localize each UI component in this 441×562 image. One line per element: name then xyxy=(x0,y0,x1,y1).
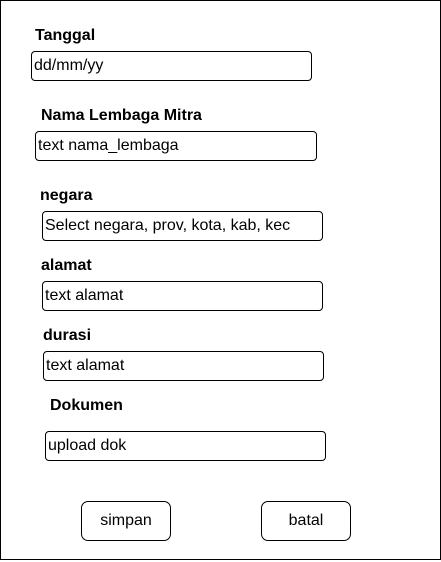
nama-lembaga-input[interactable]: text nama_lembaga xyxy=(35,131,317,161)
dokumen-upload[interactable]: upload dok xyxy=(45,431,326,461)
tanggal-label: Tanggal xyxy=(35,27,96,44)
alamat-input[interactable]: text alamat xyxy=(42,281,323,311)
dokumen-label: Dokumen xyxy=(50,397,123,414)
save-button[interactable]: simpan xyxy=(81,501,171,541)
negara-select[interactable]: Select negara, prov, kota, kab, kec xyxy=(42,211,323,241)
durasi-input[interactable]: text alamat xyxy=(43,351,324,381)
durasi-label: durasi xyxy=(43,327,92,344)
cancel-button[interactable]: batal xyxy=(261,501,351,541)
form-panel: Tanggal dd/mm/yy Nama Lembaga Mitra text… xyxy=(0,0,441,560)
alamat-label: alamat xyxy=(41,257,92,274)
nama-lembaga-label: Nama Lembaga Mitra xyxy=(41,107,202,124)
tanggal-input[interactable]: dd/mm/yy xyxy=(31,51,312,81)
negara-label: negara xyxy=(40,187,93,204)
